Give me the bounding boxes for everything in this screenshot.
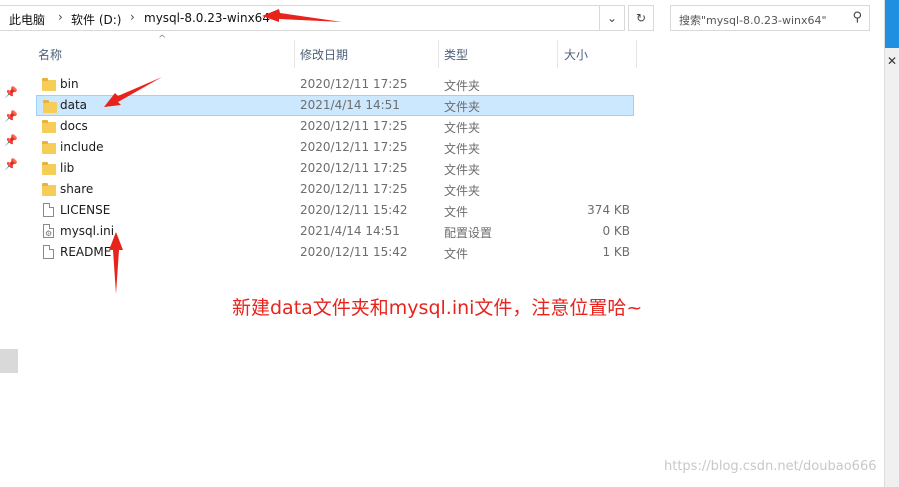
arrow-to-data-folder bbox=[104, 77, 162, 107]
watermark: https://blog.csdn.net/doubao666 bbox=[664, 459, 877, 474]
arrow-to-mysql-ini bbox=[109, 232, 123, 294]
annotation-note: 新建data文件夹和mysql.ini文件，注意位置哈~ bbox=[232, 297, 643, 319]
arrow-to-folder-path bbox=[262, 9, 342, 22]
annotation-arrows bbox=[104, 9, 342, 294]
